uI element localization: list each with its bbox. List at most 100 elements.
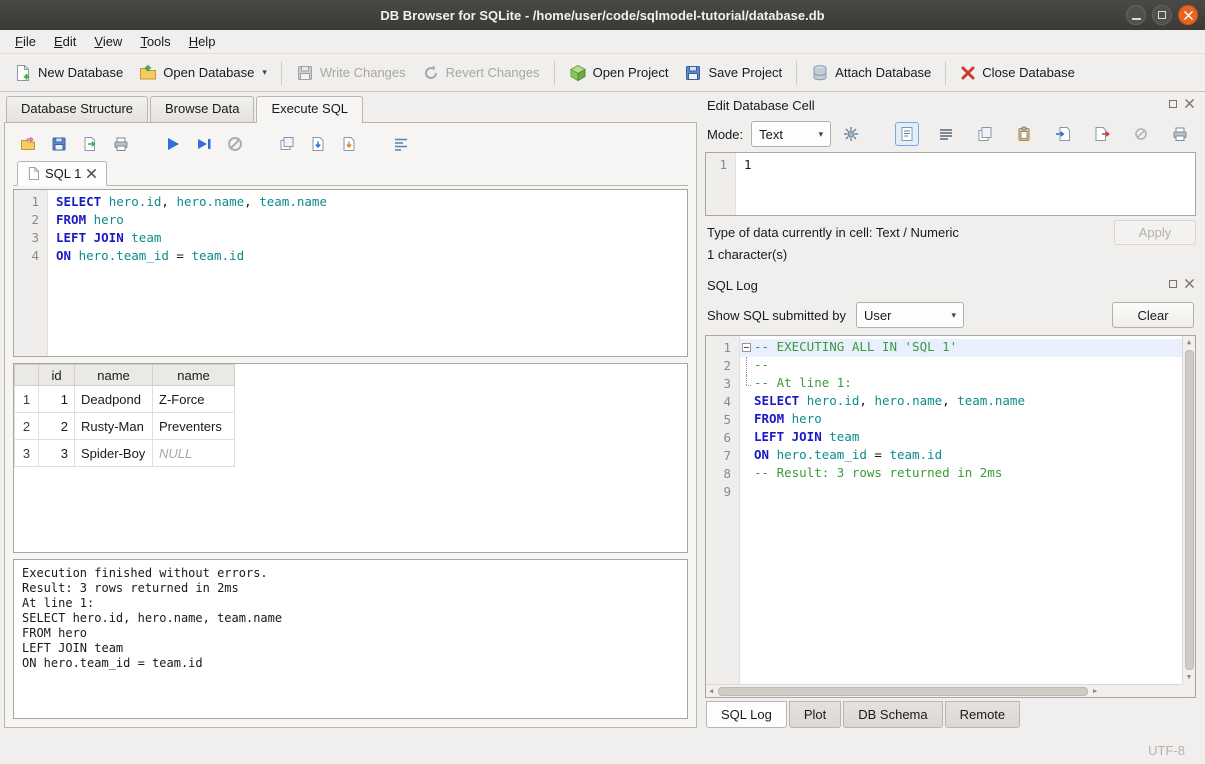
sql-code-line: FROM hero xyxy=(56,211,687,229)
tab-db-schema[interactable]: DB Schema xyxy=(843,701,942,728)
horizontal-scrollbar-thumb[interactable] xyxy=(718,687,1088,696)
float-panel-icon[interactable] xyxy=(1169,280,1177,288)
vertical-scrollbar-thumb[interactable] xyxy=(1185,350,1194,670)
scroll-down-icon[interactable]: ▼ xyxy=(1185,672,1193,683)
sql-editor[interactable]: 1234 SELECT hero.id, hero.name, team.nam… xyxy=(13,189,688,357)
close-tab-icon[interactable] xyxy=(87,169,96,178)
format-icon[interactable] xyxy=(392,135,410,153)
close-panel-icon[interactable] xyxy=(1185,279,1194,288)
tab-plot[interactable]: Plot xyxy=(789,701,841,728)
scroll-right-icon[interactable]: ▶ xyxy=(1091,686,1099,697)
open-project-button[interactable]: Open Project xyxy=(561,59,677,87)
tab-remote[interactable]: Remote xyxy=(945,701,1021,728)
log-text: -- EXECUTING ALL IN 'SQL 1' xyxy=(754,339,957,357)
maximize-icon[interactable] xyxy=(1152,5,1172,25)
save-sql-icon[interactable] xyxy=(50,135,68,153)
chevron-down-icon[interactable]: ▾ xyxy=(262,67,267,78)
table-cell[interactable]: 2 xyxy=(39,413,75,440)
null-cell-icon[interactable] xyxy=(1129,122,1153,146)
sql-editor-code[interactable]: SELECT hero.id, hero.name, team.nameFROM… xyxy=(48,190,687,356)
column-header-id[interactable]: id xyxy=(39,365,75,386)
row-header[interactable]: 3 xyxy=(15,440,39,467)
table-cell[interactable]: 1 xyxy=(39,386,75,413)
export-sql-icon[interactable] xyxy=(81,135,99,153)
save-project-icon xyxy=(684,64,702,82)
new-database-icon xyxy=(14,64,32,82)
table-cell[interactable]: Preventers xyxy=(153,413,235,440)
minus-box-icon[interactable] xyxy=(742,343,751,352)
table-cell[interactable]: Rusty-Man xyxy=(75,413,153,440)
copy-icon[interactable] xyxy=(973,122,997,146)
menu-file[interactable]: File xyxy=(6,31,45,52)
fold-column xyxy=(740,357,754,375)
fold-collapse-icon[interactable] xyxy=(740,339,754,357)
tab-execute-sql[interactable]: Execute SQL xyxy=(256,96,363,123)
attach-database-button[interactable]: Attach Database xyxy=(803,59,939,87)
sql-log-view: 123456789 -- EXECUTING ALL IN 'SQL 1'---… xyxy=(705,335,1196,698)
scroll-up-icon[interactable]: ▲ xyxy=(1185,337,1193,348)
close-database-button[interactable]: Close Database xyxy=(952,60,1083,86)
results-table: idnamename11DeadpondZ-Force22Rusty-ManPr… xyxy=(14,364,235,467)
stop-icon[interactable] xyxy=(226,135,244,153)
execute-all-icon[interactable] xyxy=(164,135,182,153)
table-cell[interactable]: Z-Force xyxy=(153,386,235,413)
menubar: FileEditViewToolsHelp xyxy=(0,30,1205,54)
execute-line-icon[interactable] xyxy=(195,135,213,153)
toolbar-button-label: Close Database xyxy=(982,65,1075,80)
open-sql-icon[interactable] xyxy=(19,135,37,153)
scroll-left-icon[interactable]: ◀ xyxy=(707,686,715,697)
horizontal-scrollbar[interactable]: ◀ ▶ xyxy=(706,684,1182,697)
minimize-icon[interactable] xyxy=(1126,5,1146,25)
fold-column xyxy=(740,465,754,483)
menu-view[interactable]: View xyxy=(85,31,131,52)
print-icon[interactable] xyxy=(112,135,130,153)
cell-editor-value[interactable]: 1 xyxy=(736,153,1195,215)
new-tab-icon[interactable] xyxy=(278,135,296,153)
paste-icon[interactable] xyxy=(1012,122,1036,146)
sql-log-line: ON hero.team_id = team.id xyxy=(740,447,1182,465)
tab-sql-1[interactable]: SQL 1 xyxy=(17,161,107,186)
cell-editor[interactable]: 1 1 xyxy=(705,152,1196,216)
line-number: 3 xyxy=(706,375,731,393)
close-window-icon[interactable] xyxy=(1178,5,1198,25)
row-header[interactable]: 2 xyxy=(15,413,39,440)
table-cell[interactable]: Spider-Boy xyxy=(75,440,153,467)
row-header[interactable]: 1 xyxy=(15,386,39,413)
menu-tools[interactable]: Tools xyxy=(131,31,179,52)
gear-icon[interactable] xyxy=(839,122,863,146)
toolbar-button-label: Save Project xyxy=(708,65,782,80)
sql-code-line: LEFT JOIN team xyxy=(56,229,687,247)
chevron-down-icon: ▾ xyxy=(951,310,956,321)
vertical-scrollbar[interactable]: ▲ ▼ xyxy=(1182,336,1195,684)
column-header-name[interactable]: name xyxy=(75,365,153,386)
toolbar-button-label: New Database xyxy=(38,65,123,80)
tab-browse-data[interactable]: Browse Data xyxy=(150,96,254,122)
import-cell-icon[interactable] xyxy=(1051,122,1075,146)
line-number: 8 xyxy=(706,465,731,483)
tab-database-structure[interactable]: Database Structure xyxy=(6,96,148,122)
float-panel-icon[interactable] xyxy=(1169,100,1177,108)
table-cell[interactable]: NULL xyxy=(153,440,235,467)
save-view-icon[interactable] xyxy=(340,135,358,153)
text-view-icon[interactable] xyxy=(895,122,919,146)
save-project-button[interactable]: Save Project xyxy=(676,59,790,87)
tab-sql-log[interactable]: SQL Log xyxy=(706,701,787,728)
clear-button[interactable]: Clear xyxy=(1112,302,1194,328)
export-cell-icon[interactable] xyxy=(1090,122,1114,146)
menu-edit[interactable]: Edit xyxy=(45,31,85,52)
new-database-button[interactable]: New Database xyxy=(6,59,131,87)
mode-combobox[interactable]: Text ▾ xyxy=(751,121,831,147)
table-cell[interactable]: Deadpond xyxy=(75,386,153,413)
close-panel-icon[interactable] xyxy=(1185,99,1194,108)
write-changes-button: Write Changes xyxy=(288,59,414,87)
table-cell[interactable]: 3 xyxy=(39,440,75,467)
save-results-icon[interactable] xyxy=(309,135,327,153)
grid-corner[interactable] xyxy=(15,365,39,386)
line-number: 6 xyxy=(706,429,731,447)
print-cell-icon[interactable] xyxy=(1168,122,1192,146)
menu-help[interactable]: Help xyxy=(180,31,225,52)
column-header-name[interactable]: name xyxy=(153,365,235,386)
open-database-button[interactable]: Open Database▾ xyxy=(131,59,275,87)
submitter-combobox[interactable]: User ▾ xyxy=(856,302,964,328)
binary-view-icon[interactable] xyxy=(934,122,958,146)
